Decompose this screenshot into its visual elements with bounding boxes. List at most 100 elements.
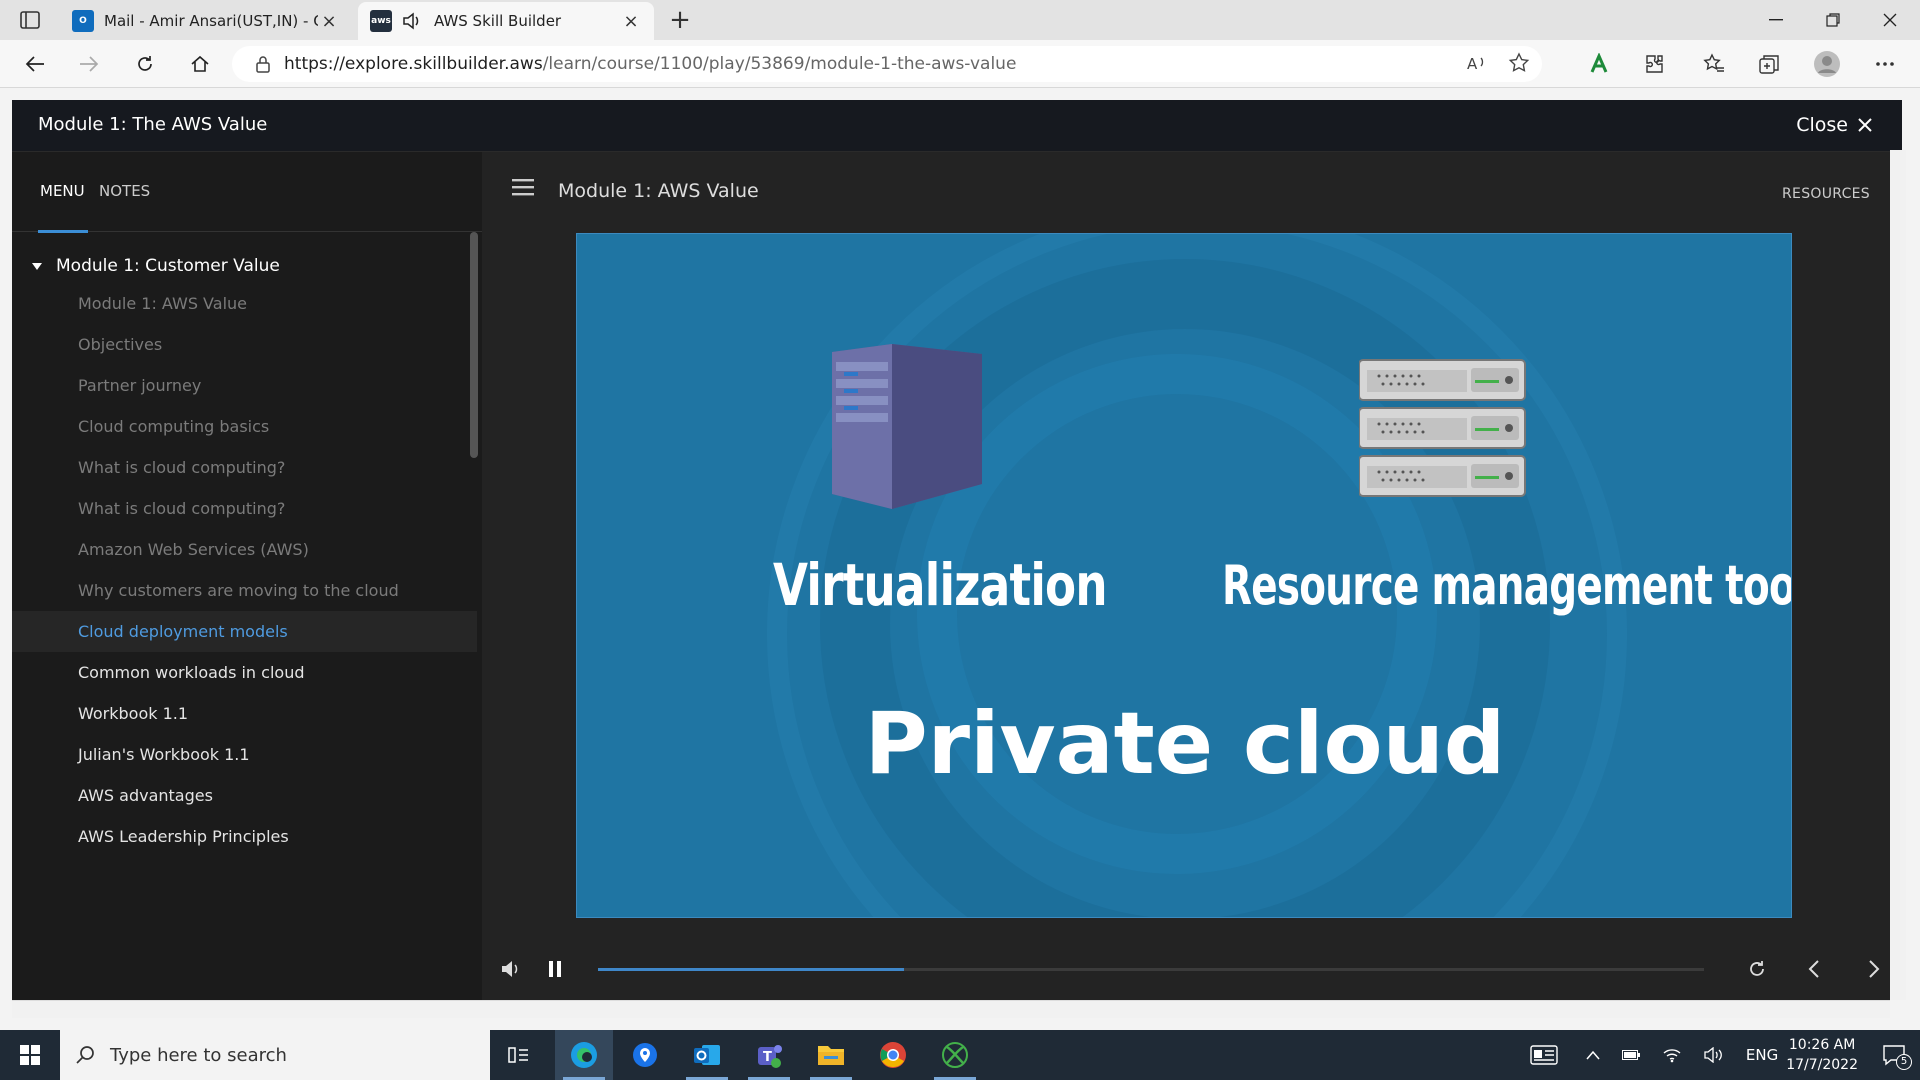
svg-text:T: T	[763, 1050, 772, 1065]
lesson-item[interactable]: AWS advantages	[12, 775, 477, 816]
clock-time: 10:26 AM	[1788, 1037, 1856, 1053]
outlook-icon: O	[72, 10, 94, 32]
player-title: Module 1: The AWS Value	[38, 114, 268, 135]
refresh-icon[interactable]	[128, 48, 162, 80]
close-label: Close	[1796, 114, 1848, 136]
url-host: https://explore.skillbuilder.aws	[284, 54, 543, 74]
speaker-icon[interactable]	[1704, 1047, 1724, 1063]
battery-icon[interactable]	[1621, 1049, 1640, 1061]
profile-avatar-icon[interactable]	[1810, 48, 1844, 80]
course-player: Module 1: The AWS Value Close MENU NOTES…	[12, 100, 1902, 1000]
sidebar-tabs: MENU NOTES	[12, 152, 482, 233]
slide-headline: Private cloud	[864, 694, 1506, 794]
server-rack-icon	[1359, 356, 1529, 506]
system-tray: ENG 10:26 AM 17/7/2022 5	[1530, 1030, 1920, 1080]
read-aloud-icon[interactable]: A	[1466, 52, 1488, 74]
taskbar-clock[interactable]: 10:26 AM 17/7/2022	[1786, 1035, 1858, 1075]
svg-text:A: A	[1467, 55, 1478, 73]
horizontal-scrollbar[interactable]	[12, 1000, 1890, 1018]
caret-down-icon	[32, 262, 42, 270]
tab-menu[interactable]: MENU	[40, 182, 85, 200]
lesson-title: Module 1: AWS Value	[558, 180, 759, 202]
progress-bar[interactable]	[598, 968, 1704, 971]
taskbar-search-box[interactable]: Type here to search	[60, 1030, 490, 1080]
lesson-item[interactable]: Objectives	[12, 324, 477, 365]
minimize-icon[interactable]	[1756, 6, 1796, 34]
lesson-item[interactable]: What is cloud computing?	[12, 488, 477, 529]
new-tab-button[interactable]: +	[666, 7, 694, 35]
close-tab-icon[interactable]: ×	[318, 10, 340, 32]
favorites-icon[interactable]	[1697, 48, 1731, 80]
address-bar[interactable]: https://explore.skillbuilder.aws /learn/…	[232, 46, 1542, 82]
home-icon[interactable]	[183, 48, 217, 80]
close-player-button[interactable]: Close	[1796, 114, 1872, 136]
vertical-scrollbar[interactable]	[1890, 150, 1906, 1000]
lesson-item[interactable]: Cloud deployment models	[12, 611, 477, 652]
aws-icon: aws	[370, 10, 392, 32]
next-icon[interactable]	[1857, 952, 1891, 986]
close-window-icon[interactable]	[1870, 6, 1910, 34]
pause-icon[interactable]	[538, 952, 572, 986]
search-icon	[76, 1045, 96, 1065]
course-menu-sidebar: MENU NOTES Module 1: Customer Value Modu…	[12, 152, 482, 1000]
replay-icon[interactable]	[1740, 952, 1774, 986]
browser-toolbar: https://explore.skillbuilder.aws /learn/…	[0, 40, 1920, 88]
lesson-item[interactable]: AWS Leadership Principles	[12, 816, 477, 857]
progress-fill	[598, 968, 905, 971]
resources-button[interactable]: RESOURCES	[1782, 186, 1870, 202]
clock-date: 17/7/2022	[1786, 1057, 1858, 1073]
player-header: Module 1: The AWS Value Close	[12, 100, 1902, 152]
lesson-item[interactable]: Workbook 1.1	[12, 693, 477, 734]
extensions-icon[interactable]	[1637, 48, 1671, 80]
language-indicator[interactable]: ENG	[1746, 1046, 1778, 1064]
lesson-item[interactable]: Module 1: AWS Value	[12, 283, 477, 324]
wifi-icon[interactable]	[1662, 1047, 1682, 1063]
back-icon[interactable]	[18, 48, 52, 80]
tab-notes[interactable]: NOTES	[99, 182, 150, 200]
chrome-taskbar-icon[interactable]	[864, 1030, 922, 1080]
maps-taskbar-icon[interactable]	[616, 1030, 674, 1080]
chevron-up-icon[interactable]	[1586, 1050, 1600, 1060]
lesson-item[interactable]: Common workloads in cloud	[12, 652, 477, 693]
tab-title: Mail - Amir Ansari(UST,IN) - Outl	[104, 12, 318, 30]
browser-tab-mail[interactable]: O Mail - Amir Ansari(UST,IN) - Outl ×	[60, 2, 352, 40]
teams-taskbar-icon[interactable]: T	[740, 1030, 798, 1080]
restore-icon[interactable]	[1813, 6, 1853, 34]
task-view-icon[interactable]	[490, 1030, 548, 1080]
slide-label-resource-tools: Resource management tools	[1222, 554, 1792, 617]
extension-a-icon[interactable]	[1582, 48, 1616, 80]
previous-icon[interactable]	[1797, 952, 1831, 986]
collections-icon[interactable]	[1752, 48, 1786, 80]
lesson-item[interactable]: Amazon Web Services (AWS)	[12, 529, 477, 570]
lesson-content: Module 1: AWS Value RESOURCES Virtualiza…	[482, 152, 1902, 1000]
notification-center-icon[interactable]: 5	[1882, 1044, 1912, 1070]
audio-playing-icon[interactable]	[402, 12, 422, 30]
forward-icon[interactable]	[72, 48, 106, 80]
lesson-item[interactable]: Cloud computing basics	[12, 406, 477, 447]
volume-icon[interactable]	[494, 952, 528, 986]
add-favorite-icon[interactable]	[1508, 52, 1530, 74]
lesson-item[interactable]: Julian's Workbook 1.1	[12, 734, 477, 775]
notification-count: 5	[1896, 1054, 1912, 1070]
close-tab-icon[interactable]: ×	[620, 10, 642, 32]
more-options-icon[interactable]	[1868, 48, 1902, 80]
lesson-item[interactable]: What is cloud computing?	[12, 447, 477, 488]
windows-taskbar: Type here to search T ENG 10:26 AM 17/7/…	[0, 1030, 1920, 1080]
browser-tab-strip: O Mail - Amir Ansari(UST,IN) - Outl × aw…	[0, 0, 1920, 40]
tab-actions-icon[interactable]	[16, 8, 44, 32]
lesson-item[interactable]: Partner journey	[12, 365, 477, 406]
windows-start-icon[interactable]	[0, 1030, 60, 1080]
section-header[interactable]: Module 1: Customer Value	[32, 256, 280, 276]
file-explorer-taskbar-icon[interactable]	[802, 1030, 860, 1080]
server-tower-icon	[832, 344, 982, 514]
news-widget-icon[interactable]	[1530, 1045, 1558, 1065]
xbox-taskbar-icon[interactable]	[926, 1030, 984, 1080]
lesson-item[interactable]: Why customers are moving to the cloud	[12, 570, 477, 611]
hamburger-menu-icon[interactable]	[512, 178, 536, 196]
video-controls	[482, 942, 1902, 992]
lock-icon[interactable]	[256, 55, 270, 73]
outlook-taskbar-icon[interactable]	[678, 1030, 736, 1080]
browser-tab-aws[interactable]: aws AWS Skill Builder ×	[358, 2, 654, 40]
video-slide[interactable]: Virtualization Resource management tools…	[576, 233, 1792, 918]
edge-taskbar-icon[interactable]	[555, 1030, 613, 1080]
